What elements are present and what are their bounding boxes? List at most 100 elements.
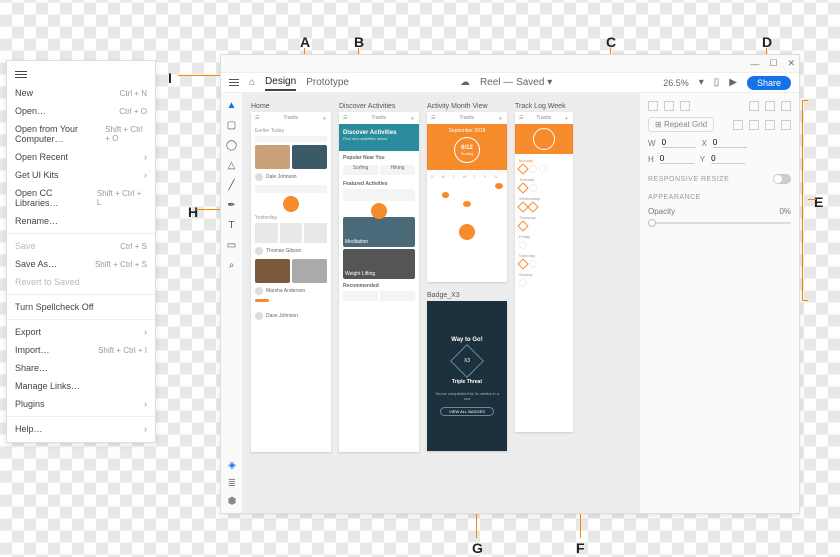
x-label: X	[702, 139, 707, 148]
align-icons[interactable]	[648, 101, 791, 111]
play-icon[interactable]: ▶	[729, 77, 737, 88]
callout-I: I	[168, 70, 172, 86]
zoom-value[interactable]: 26.5%	[663, 78, 689, 88]
menu-item[interactable]: Open from Your Computer…Shift + Ctrl + O	[7, 120, 155, 148]
callout-H: H	[188, 204, 198, 220]
artboard-label: Home	[251, 103, 331, 110]
opacity-value: 0%	[779, 207, 791, 216]
text-tool-icon[interactable]: T	[226, 219, 238, 231]
pen-tool-icon[interactable]: ✒	[226, 199, 238, 211]
menu-item[interactable]: Save As…Shift + Ctrl + S	[7, 255, 155, 273]
layers-panel-icon[interactable]: ≣	[226, 477, 238, 489]
callout-G: G	[472, 540, 483, 556]
section-label: Earlier Today	[255, 128, 327, 134]
y-input[interactable]	[711, 154, 745, 164]
callout-B: B	[354, 34, 364, 50]
month-label: September 2018	[431, 128, 503, 134]
brand-label: Tractiv	[536, 115, 551, 121]
artboard-discover[interactable]: Discover Activities ☰Tractiv＋ Discover A…	[339, 103, 419, 452]
artboard-label: Track Log Week	[515, 103, 573, 110]
user-name: Dale Johnson	[266, 174, 297, 180]
artboard-label: Discover Activities	[339, 103, 419, 110]
callout-E: E	[814, 194, 823, 210]
badge-subtitle: Triple Threat	[452, 379, 482, 385]
chevron-down-icon[interactable]: ▾	[699, 77, 704, 88]
responsive-toggle[interactable]	[773, 174, 791, 184]
opacity-label: Opacity	[648, 207, 675, 216]
device-preview-icon[interactable]: ▯	[714, 77, 720, 88]
menu-item[interactable]: Open CC Libraries…Shift + Ctrl + L	[7, 184, 155, 212]
callout-A: A	[300, 34, 310, 50]
menu-item[interactable]: Help…	[7, 420, 155, 438]
artboard-label: Badge_X3	[427, 292, 507, 299]
window-titlebar: — ☐ ✕	[221, 55, 799, 73]
x-input[interactable]	[713, 138, 747, 148]
select-tool-icon[interactable]: ▲	[226, 99, 238, 111]
menu-item[interactable]: Open Recent	[7, 148, 155, 166]
xd-application-window: — ☐ ✕ ⌂ Design Prototype ☁ Reel — Saved …	[220, 54, 800, 514]
menu-item[interactable]: Share…	[7, 359, 155, 377]
zoom-tool-icon[interactable]: ⌕	[226, 259, 238, 271]
menu-item[interactable]: Get UI Kits	[7, 166, 155, 184]
close-icon[interactable]: ✕	[787, 58, 795, 69]
callout-C: C	[606, 34, 616, 50]
repeat-grid-button[interactable]: ⊞ Repeat Grid	[648, 117, 714, 132]
artboard-track-log[interactable]: Track Log Week ☰Tractiv＋ Monday Tuesday …	[515, 103, 573, 452]
document-status[interactable]: Reel — Saved ▾	[480, 77, 552, 88]
menu-item[interactable]: Export	[7, 323, 155, 341]
assets-panel-icon[interactable]: ◈	[226, 459, 238, 471]
brand-label: Tractiv	[283, 115, 298, 121]
boolean-ops-icons[interactable]	[733, 120, 791, 130]
ellipse-tool-icon[interactable]: ◯	[226, 139, 238, 151]
badge-title: Way to Go!	[451, 337, 482, 343]
brand-label: Tractiv	[459, 115, 474, 121]
width-label: W	[648, 139, 656, 148]
hamburger-icon[interactable]	[229, 77, 239, 88]
maximize-icon[interactable]: ☐	[769, 58, 777, 69]
menu-item[interactable]: Open…Ctrl + O	[7, 102, 155, 120]
top-toolbar: ⌂ Design Prototype ☁ Reel — Saved ▾ 26.5…	[221, 73, 799, 93]
menu-item[interactable]: Import…Shift + Ctrl + I	[7, 341, 155, 359]
properties-panel: ⊞ Repeat Grid W X H Y RESPONSIVE RESIZE …	[639, 93, 799, 513]
menu-item[interactable]: SaveCtrl + S	[7, 237, 155, 255]
menu-item[interactable]: Manage Links…	[7, 377, 155, 395]
rectangle-tool-icon[interactable]: ▢	[226, 119, 238, 131]
line-tool-icon[interactable]: ╱	[226, 179, 238, 191]
responsive-label: RESPONSIVE RESIZE	[648, 176, 729, 183]
callout-F: F	[576, 540, 585, 556]
height-input[interactable]	[660, 154, 694, 164]
artboard-label: Activity Month View	[427, 103, 507, 110]
section-label: Featured Activities	[343, 181, 415, 187]
brand-label: Tractiv	[371, 115, 386, 121]
user-name: Thomas Gibson	[266, 248, 301, 254]
menu-item[interactable]: NewCtrl + N	[7, 84, 155, 102]
minimize-icon[interactable]: —	[750, 59, 759, 69]
width-input[interactable]	[662, 138, 696, 148]
plugins-panel-icon[interactable]: ⬢	[226, 495, 238, 507]
share-button[interactable]: Share	[747, 76, 791, 90]
tool-panel: ▲ ▢ ◯ △ ╱ ✒ T ▭ ⌕ ◈ ≣ ⬢	[221, 93, 243, 513]
menu-item[interactable]: Rename…	[7, 212, 155, 230]
polygon-tool-icon[interactable]: △	[226, 159, 238, 171]
cloud-icon: ☁	[460, 77, 470, 88]
tab-prototype[interactable]: Prototype	[306, 75, 349, 90]
artboard-home[interactable]: Home ☰Tractiv＋ Earlier Today Dale Johnso…	[251, 103, 331, 452]
callout-D: D	[762, 34, 772, 50]
section-label: Yesterday	[255, 215, 327, 221]
artboard-tool-icon[interactable]: ▭	[226, 239, 238, 251]
opacity-slider[interactable]	[648, 222, 791, 224]
menu-item[interactable]: Turn Spellcheck Off	[7, 298, 155, 316]
user-name: Dave Johnson	[266, 313, 298, 319]
home-icon[interactable]: ⌂	[249, 77, 255, 88]
hamburger-icon[interactable]	[7, 65, 155, 84]
section-label: Popular Near You	[343, 155, 415, 161]
tab-design[interactable]: Design	[265, 74, 296, 91]
user-name: Marsha Anderson	[266, 288, 305, 294]
design-canvas[interactable]: Home ☰Tractiv＋ Earlier Today Dale Johnso…	[243, 93, 639, 513]
main-menu: NewCtrl + NOpen…Ctrl + OOpen from Your C…	[6, 60, 156, 443]
menu-item[interactable]: Plugins	[7, 395, 155, 413]
menu-item[interactable]: Revert to Saved	[7, 273, 155, 291]
appearance-label: APPEARANCE	[648, 194, 791, 201]
height-label: H	[648, 155, 654, 164]
artboard-month-view[interactable]: Activity Month View ☰Tractiv＋ September …	[427, 103, 507, 452]
